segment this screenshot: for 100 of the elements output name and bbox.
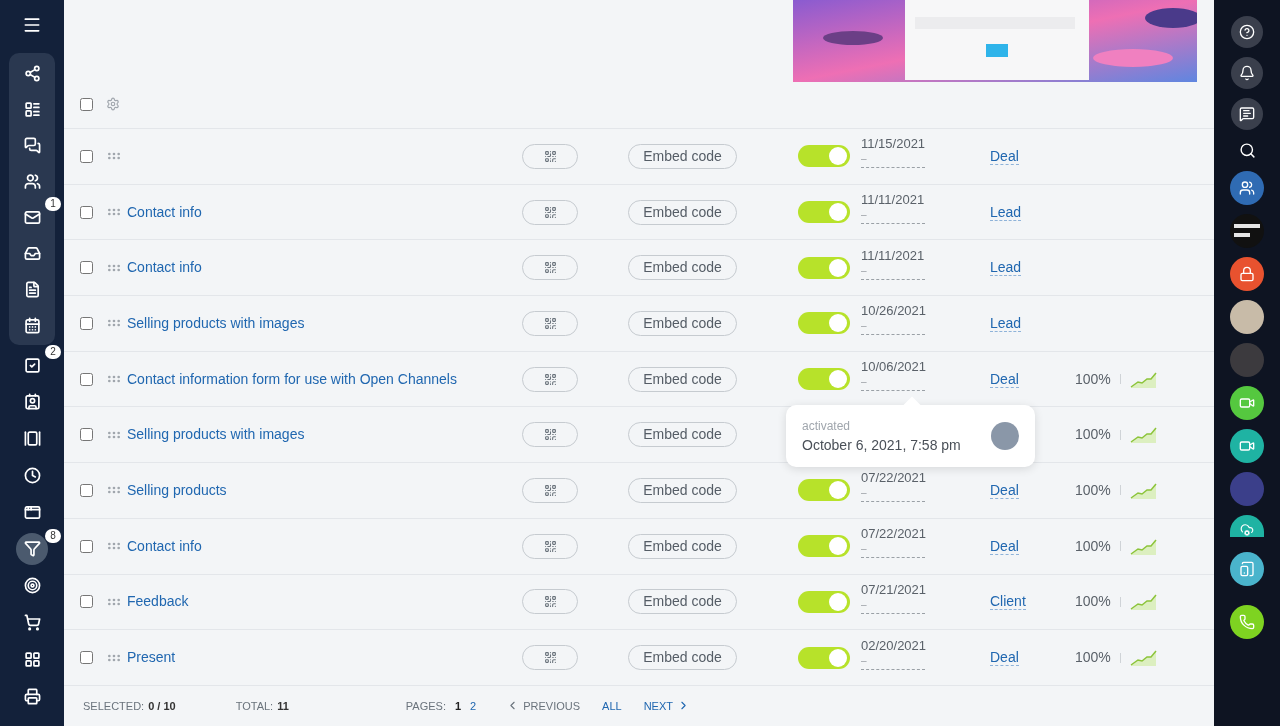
trend-chart-icon <box>1129 593 1157 611</box>
qr-code-icon <box>543 483 557 497</box>
form-name-link[interactable]: Contact information form for use with Open Channels <box>127 370 457 387</box>
toggle-switch[interactable] <box>798 479 850 502</box>
dash-text: – <box>861 263 868 278</box>
entity-type-link[interactable]: Lead <box>990 259 1022 277</box>
entity-type-link[interactable]: Lead <box>990 314 1022 332</box>
date-text: 07/22/2021 <box>861 526 925 542</box>
entity-type-link[interactable]: Deal <box>990 649 1019 667</box>
toggle-switch[interactable] <box>798 590 850 613</box>
toolbar-button[interactable] <box>1231 16 1263 48</box>
qr-code-icon <box>543 595 557 609</box>
date-text: 11/11/2021 <box>861 247 925 263</box>
selected-label: SELECTED: <box>83 698 145 714</box>
previous-button[interactable]: PREVIOUS <box>506 697 581 715</box>
people-icon <box>23 172 41 190</box>
tooltip-label: activated <box>802 417 852 435</box>
date-text: 07/21/2021 <box>861 581 925 597</box>
select-all-checkbox[interactable] <box>80 97 93 111</box>
toggle-switch[interactable] <box>798 145 850 168</box>
clock-icon <box>23 466 41 484</box>
video-call-icon[interactable] <box>1230 429 1264 463</box>
menu-icon[interactable] <box>22 15 42 35</box>
dash-text: – <box>861 653 868 668</box>
qr-code-icon <box>543 316 557 330</box>
avatar <box>991 422 1019 450</box>
row-checkbox[interactable] <box>80 149 93 163</box>
page-link[interactable]: 2 <box>470 697 477 715</box>
cart-icon <box>23 614 41 632</box>
next-button[interactable]: NEXT <box>643 697 690 715</box>
entity-type-link[interactable]: Client <box>990 593 1026 611</box>
trend-chart-icon <box>1129 649 1157 667</box>
row-checkbox[interactable] <box>80 261 93 275</box>
dash-text: – <box>861 319 868 334</box>
row-checkbox[interactable] <box>80 316 93 330</box>
group-chat-icon[interactable] <box>1230 171 1264 205</box>
qr-code-icon <box>543 372 557 386</box>
count-badge: 2 <box>45 345 61 359</box>
date-text: 11/15/2021 <box>861 136 925 152</box>
search-icon[interactable] <box>1238 142 1256 159</box>
row-checkbox[interactable] <box>80 539 93 553</box>
row-checkbox[interactable] <box>80 483 93 497</box>
tray-icon <box>23 244 41 262</box>
row-checkbox[interactable] <box>80 428 93 442</box>
chat-list-icon <box>1239 106 1255 122</box>
conversion-percent: 100% <box>1075 369 1111 389</box>
conversion-percent: 100% <box>1075 592 1111 612</box>
row-checkbox[interactable] <box>80 372 93 386</box>
row-checkbox[interactable] <box>80 651 93 665</box>
toggle-switch[interactable] <box>798 646 850 669</box>
toolbar-button[interactable] <box>1231 98 1263 130</box>
row-checkbox[interactable] <box>80 205 93 219</box>
page-link[interactable]: 1 <box>454 697 462 715</box>
qr-code-icon <box>543 539 557 553</box>
row-checkbox[interactable] <box>80 595 93 609</box>
entity-type-link[interactable]: Deal <box>990 370 1019 388</box>
cloud-clock-icon[interactable] <box>1230 515 1264 537</box>
help-icon <box>1239 24 1255 40</box>
all-link[interactable]: ALL <box>602 697 622 715</box>
lock-icon[interactable] <box>1230 257 1264 291</box>
phone-icon[interactable] <box>1230 605 1264 639</box>
tablet-cloud-icon[interactable] <box>1230 552 1264 586</box>
sidebar-item[interactable] <box>16 533 48 565</box>
form-name-link[interactable]: Selling products <box>127 481 227 498</box>
total-label: TOTAL: <box>235 698 274 714</box>
conversion-percent: 100% <box>1075 536 1111 556</box>
entity-type-link[interactable]: Deal <box>990 537 1019 555</box>
entity-type-link[interactable]: Lead <box>990 203 1022 221</box>
total-count: 11 <box>277 698 289 714</box>
form-name-link[interactable]: Selling products with images <box>127 314 305 331</box>
pages-label: PAGES: <box>405 698 446 714</box>
qr-code-icon <box>543 428 557 442</box>
dash-text: – <box>861 486 868 501</box>
bell-icon <box>1239 65 1255 81</box>
dash-text: – <box>861 375 868 390</box>
toggle-switch[interactable] <box>798 312 850 335</box>
form-name-link[interactable]: Contact info <box>127 537 202 554</box>
window-icon <box>23 503 41 521</box>
form-name-link[interactable]: Contact info <box>127 259 202 276</box>
conversion-percent: 100% <box>1075 648 1111 668</box>
form-name-link[interactable]: Feedback <box>127 593 189 610</box>
date-text: 02/20/2021 <box>861 637 925 653</box>
conversion-percent: 100% <box>1075 425 1111 445</box>
toggle-switch[interactable] <box>798 535 850 558</box>
count-badge: 1 <box>45 197 61 211</box>
trend-chart-icon <box>1129 426 1157 444</box>
dash-text: – <box>861 208 868 223</box>
tooltip-datetime: October 6, 2021, 7:58 pm <box>802 435 962 455</box>
toggle-switch[interactable] <box>798 256 850 279</box>
date-text: 10/26/2021 <box>861 303 925 319</box>
form-name-link[interactable]: Contact info <box>127 203 202 220</box>
entity-type-link[interactable]: Deal <box>990 147 1019 165</box>
toolbar-button[interactable] <box>1231 57 1263 89</box>
toggle-switch[interactable] <box>798 201 850 224</box>
form-name-link[interactable]: Selling products with images <box>127 426 305 443</box>
video-call-icon[interactable] <box>1230 386 1264 420</box>
form-name-link[interactable]: Present <box>127 649 176 666</box>
entity-type-link[interactable]: Deal <box>990 481 1019 499</box>
toggle-switch[interactable] <box>798 368 850 391</box>
avatar[interactable] <box>1230 300 1264 334</box>
